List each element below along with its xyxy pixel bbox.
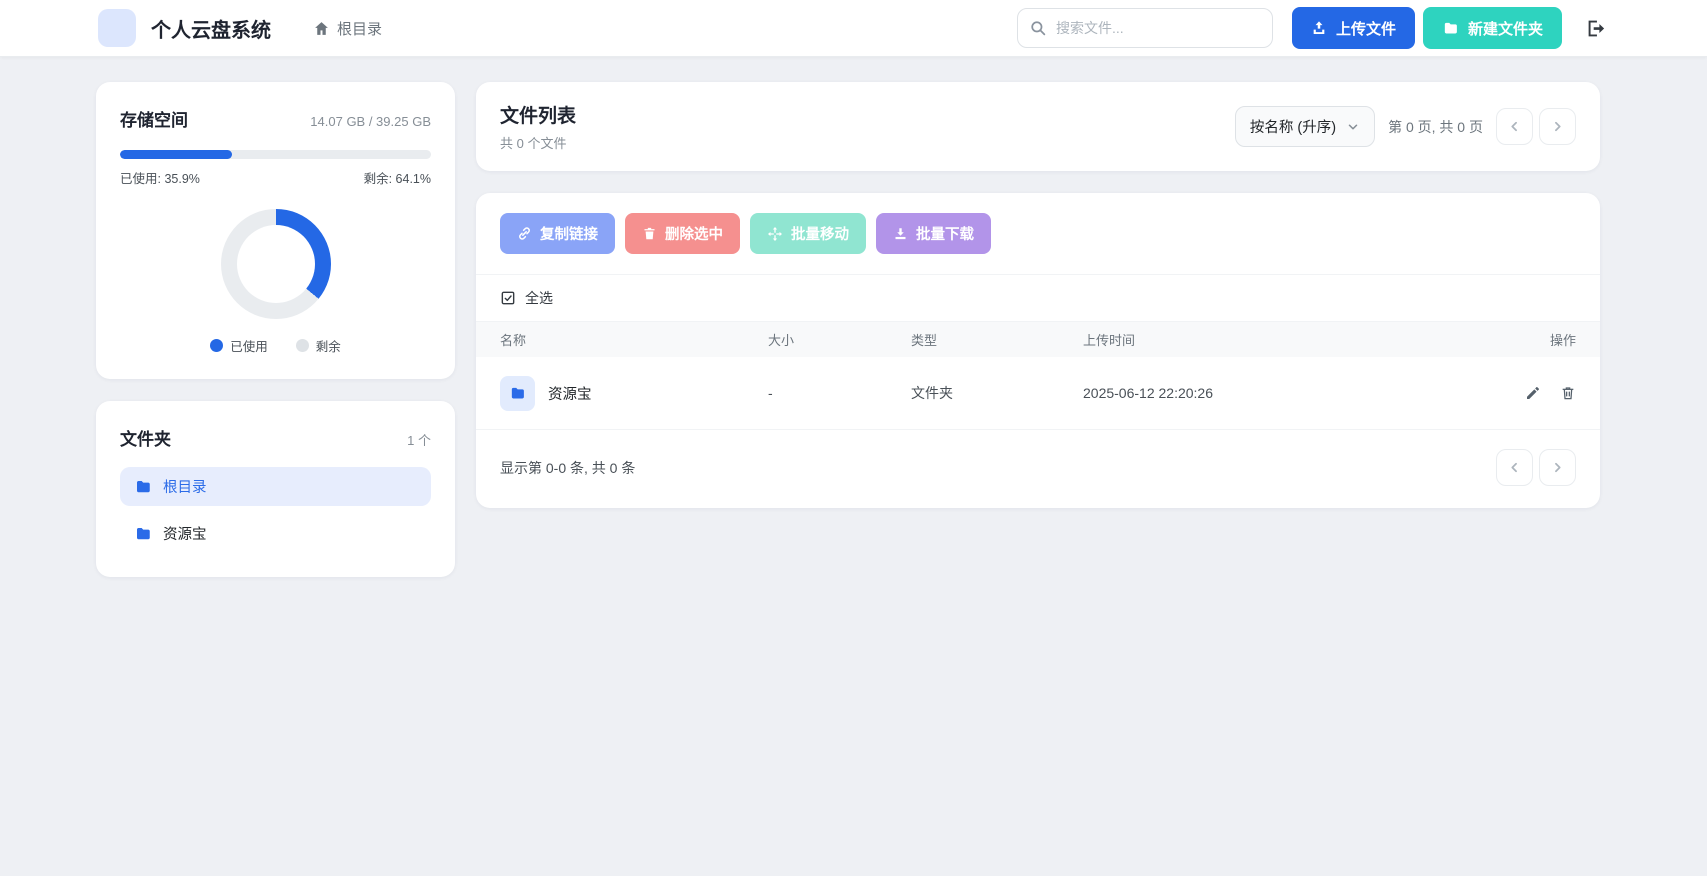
sidebar: 存储空间 14.07 GB / 39.25 GB 已使用: 35.9% 剩余: … (96, 82, 455, 577)
folders-card: 文件夹 1 个 根目录 资源宝 (96, 401, 455, 577)
new-folder-button-label: 新建文件夹 (1467, 20, 1543, 38)
legend-item-free: 剩余 (295, 336, 341, 355)
navbar: 个人云盘系统 根目录 上传文件 新建文件夹 (0, 0, 1707, 57)
app-logo (98, 9, 136, 47)
legend-dot-free (295, 339, 309, 352)
batch-download-label: 批量下载 (916, 227, 974, 243)
storage-legend: 已使用 剩余 (120, 336, 431, 355)
col-header-name: 名称 (500, 333, 527, 348)
table-row[interactable]: 资源宝 - 文件夹 2025-06-12 22:20:26 (476, 357, 1600, 430)
storage-progress-bar (120, 150, 431, 159)
upload-icon (1311, 20, 1327, 36)
file-count-subtitle: 共 0 个文件 (500, 136, 567, 151)
col-header-type: 类型 (911, 333, 938, 348)
search-box (1016, 8, 1273, 48)
storage-donut-chart (220, 209, 331, 319)
folder-list: 根目录 资源宝 (120, 467, 431, 553)
batch-move-label: 批量移动 (791, 227, 849, 243)
page-content: 存储空间 14.07 GB / 39.25 GB 已使用: 35.9% 剩余: … (0, 57, 1707, 577)
upload-button-label: 上传文件 (1335, 20, 1396, 38)
storage-used-label: 已使用: 35.9% (120, 172, 200, 186)
folder-item-label: 资源宝 (163, 527, 207, 543)
rows-info: 显示第 0-0 条, 共 0 条 (500, 459, 636, 476)
sort-select[interactable]: 按名称 (升序) (1234, 106, 1376, 147)
folders-count: 1 个 (407, 433, 431, 448)
file-list-title: 文件列表 (500, 106, 577, 127)
copy-link-label: 复制链接 (540, 227, 598, 243)
legend-item-used: 已使用 (210, 336, 268, 355)
prev-page-button[interactable] (1496, 108, 1533, 145)
chevron-down-icon (1346, 120, 1360, 134)
folders-title: 文件夹 (120, 430, 171, 449)
sort-select-value: 按名称 (升序) (1249, 120, 1337, 136)
file-uploaded: 2025-06-12 22:20:26 (1083, 385, 1213, 401)
col-header-size: 大小 (768, 333, 795, 348)
folder-item-label: 根目录 (163, 480, 207, 496)
chevron-left-icon (1507, 460, 1522, 475)
col-header-uploaded: 上传时间 (1083, 333, 1136, 348)
chevron-left-icon (1507, 119, 1522, 134)
sign-out-icon (1586, 18, 1607, 39)
edit-button[interactable] (1525, 385, 1541, 401)
trash-icon (1560, 385, 1576, 401)
delete-button[interactable] (1560, 385, 1576, 401)
file-type: 文件夹 (911, 385, 953, 401)
table-header-row: 名称 大小 类型 上传时间 操作 (476, 322, 1600, 357)
new-folder-button[interactable]: 新建文件夹 (1422, 7, 1562, 49)
batch-move-button[interactable]: 批量移动 (750, 213, 866, 254)
main-area: 文件列表 共 0 个文件 按名称 (升序) 第 0 页, 共 0 页 复制链接 … (476, 82, 1600, 508)
storage-progress-fill (120, 150, 232, 159)
table-prev-page-button[interactable] (1496, 449, 1533, 486)
folder-icon (134, 478, 152, 496)
folder-icon (134, 525, 152, 543)
copy-link-button[interactable]: 复制链接 (500, 213, 615, 254)
table-next-page-button[interactable] (1539, 449, 1576, 486)
search-icon (1029, 19, 1047, 37)
legend-used-label: 已使用 (230, 340, 268, 354)
delete-selected-button[interactable]: 删除选中 (625, 213, 740, 254)
move-icon (767, 226, 783, 242)
upload-file-button[interactable]: 上传文件 (1291, 7, 1415, 49)
storage-card: 存储空间 14.07 GB / 39.25 GB 已使用: 35.9% 剩余: … (96, 82, 455, 379)
home-icon (313, 20, 330, 37)
chevron-right-icon (1550, 460, 1565, 475)
search-input[interactable] (1016, 8, 1273, 48)
select-all-label: 全选 (525, 290, 553, 306)
select-all-control[interactable]: 全选 (476, 275, 1600, 322)
file-type-chip (500, 375, 535, 411)
legend-free-label: 剩余 (315, 340, 341, 354)
batch-download-button[interactable]: 批量下载 (876, 213, 991, 254)
col-header-actions: 操作 (1549, 333, 1576, 348)
breadcrumb-label: 根目录 (337, 20, 383, 38)
storage-title: 存储空间 (120, 111, 188, 130)
storage-usage-text: 14.07 GB / 39.25 GB (310, 114, 431, 129)
file-name[interactable]: 资源宝 (548, 383, 592, 404)
download-icon (893, 226, 908, 241)
page-info: 第 0 页, 共 0 页 (1388, 118, 1483, 135)
trash-icon (642, 226, 657, 241)
file-size: - (768, 385, 773, 401)
storage-free-label: 剩余: 64.1% (363, 172, 431, 186)
legend-dot-used (210, 339, 224, 352)
folder-icon (1442, 20, 1459, 37)
folder-item-root[interactable]: 根目录 (120, 467, 431, 506)
breadcrumb[interactable]: 根目录 (313, 18, 382, 39)
table-footer: 显示第 0-0 条, 共 0 条 (476, 430, 1600, 508)
app-title: 个人云盘系统 (151, 19, 271, 42)
next-page-button[interactable] (1539, 108, 1576, 145)
file-table-card: 复制链接 删除选中 批量移动 批量下载 全选 名称 大小 类型 上传时间 操作 … (476, 193, 1600, 508)
navbar-right: 上传文件 新建文件夹 (1016, 7, 1607, 49)
file-list-header-card: 文件列表 共 0 个文件 按名称 (升序) 第 0 页, 共 0 页 (476, 82, 1600, 171)
checkbox-checked-icon (500, 290, 516, 306)
logout-button[interactable] (1586, 18, 1607, 39)
chevron-right-icon (1550, 119, 1565, 134)
link-icon (517, 226, 532, 241)
delete-selected-label: 删除选中 (665, 227, 723, 243)
batch-actions-row: 复制链接 删除选中 批量移动 批量下载 (476, 193, 1600, 275)
pencil-icon (1525, 385, 1541, 401)
folder-icon (509, 385, 526, 402)
folder-item-ziyuanbao[interactable]: 资源宝 (120, 514, 431, 553)
